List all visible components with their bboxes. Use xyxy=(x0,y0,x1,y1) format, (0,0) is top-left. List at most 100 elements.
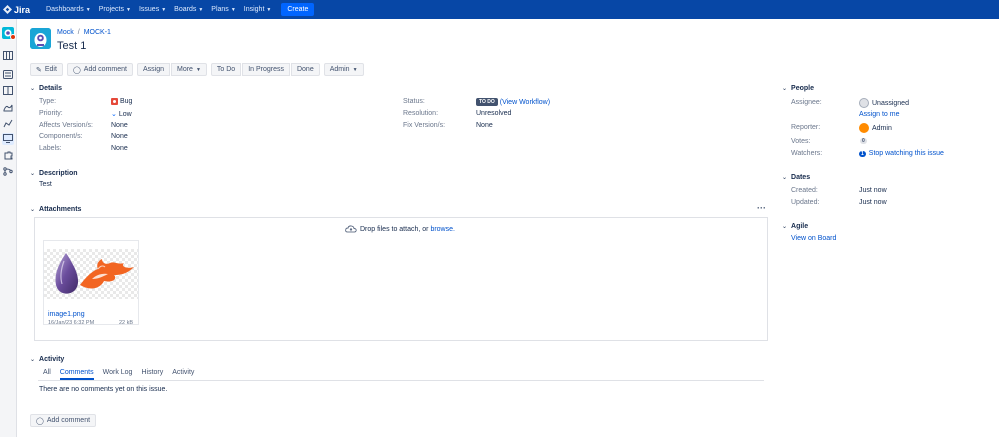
chevron-down-icon: ▼ xyxy=(195,66,201,73)
done-button[interactable]: Done xyxy=(290,63,320,76)
nav-boards[interactable]: Boards ▼ xyxy=(174,6,203,13)
chevron-down-icon: ▼ xyxy=(161,6,167,13)
type-value[interactable]: Bug xyxy=(111,98,132,105)
nav-projects[interactable]: Projects ▼ xyxy=(99,6,131,13)
attachments-panel[interactable] xyxy=(34,217,768,341)
code-icon[interactable] xyxy=(3,167,13,176)
jira-logo-text: Jira xyxy=(14,4,31,15)
dates-heading[interactable]: ⌄ Dates xyxy=(782,174,810,181)
view-workflow-link[interactable]: (View Workflow) xyxy=(500,99,550,106)
labels-value[interactable]: None xyxy=(111,145,128,152)
releases-icon[interactable] xyxy=(3,103,13,112)
attachment-thumbnail[interactable] xyxy=(44,249,138,299)
priority-value[interactable]: ⌄ Low xyxy=(111,110,132,119)
nav-plans[interactable]: Plans ▼ xyxy=(211,6,235,13)
issues-icon[interactable] xyxy=(2,133,14,145)
activity-heading-label: Activity xyxy=(39,356,65,363)
add-comment-label: Add comment xyxy=(83,66,127,73)
backlog-icon[interactable] xyxy=(3,70,13,79)
project-avatar[interactable] xyxy=(30,28,51,49)
sidebar-project-avatar[interactable] xyxy=(2,27,16,40)
chevron-down-icon: ⌄ xyxy=(782,86,788,92)
bottom-add-comment-button[interactable]: ◯ Add comment xyxy=(30,414,97,427)
watchers-label: Watchers: xyxy=(791,150,823,157)
reporter-label: Reporter: xyxy=(791,124,821,131)
no-comments-message: There are no comments yet on this issue. xyxy=(39,386,168,393)
updated-value: Just now xyxy=(859,199,887,206)
updated-label: Updated: xyxy=(791,199,820,206)
fix-version-value[interactable]: None xyxy=(476,122,493,129)
chevron-down-icon: ⌄ xyxy=(30,357,36,363)
chevron-down-icon: ⌄ xyxy=(30,171,36,177)
people-heading[interactable]: ⌄ People xyxy=(782,85,814,92)
tab-comments[interactable]: Comments xyxy=(59,369,94,380)
attachments-heading-label: Attachments xyxy=(39,206,82,213)
activity-heading[interactable]: ⌄ Activity xyxy=(30,356,64,363)
assignee-value[interactable]: Unassigned xyxy=(859,98,909,108)
description-text[interactable]: Test xyxy=(39,181,52,188)
assign-to-me-link[interactable]: Assign to me xyxy=(859,111,899,118)
admin-button[interactable]: Admin ▼ xyxy=(323,63,364,76)
admin-avatar-icon xyxy=(859,123,869,133)
description-heading[interactable]: ⌄ Description xyxy=(30,170,78,177)
components-icon[interactable] xyxy=(3,151,13,160)
nav-dashboards[interactable]: Dashboards ▼ xyxy=(46,6,91,13)
reporter-value-text: Admin xyxy=(872,124,892,132)
jira-logo[interactable]: Jira xyxy=(3,5,30,15)
admin-label: Admin xyxy=(329,66,350,73)
browse-link[interactable]: browse. xyxy=(430,226,455,233)
board-columns-icon[interactable] xyxy=(3,86,13,95)
nav-insight-label: Insight xyxy=(243,6,265,13)
details-heading-label: Details xyxy=(39,85,62,92)
add-comment-button[interactable]: ◯ Add comment xyxy=(66,63,133,76)
breadcrumb-separator: / xyxy=(77,29,80,36)
edit-button[interactable]: ✎ Edit xyxy=(30,63,63,76)
votes-value[interactable]: 0 xyxy=(860,138,867,144)
create-button[interactable]: Create xyxy=(281,3,315,16)
view-on-board-link[interactable]: View on Board xyxy=(791,235,836,242)
affects-version-value[interactable]: None xyxy=(111,122,128,129)
attachment-size: 22 kB xyxy=(119,320,134,326)
nav-plans-label: Plans xyxy=(211,6,229,13)
tab-all[interactable]: All xyxy=(43,369,51,380)
attachments-heading[interactable]: ⌄ Attachments xyxy=(30,206,81,213)
board-icon[interactable] xyxy=(3,51,13,60)
component-label: Component/s: xyxy=(39,133,83,140)
watchers-value[interactable]: 1 Stop watching this issue xyxy=(859,150,944,157)
bottom-add-comment-label: Add comment xyxy=(46,417,91,424)
attachment-file-name[interactable]: image1.png xyxy=(48,311,85,318)
agile-heading[interactable]: ⌄ Agile xyxy=(782,223,808,230)
more-button[interactable]: More ▼ xyxy=(170,63,207,76)
workflow-group: To Do In Progress Done xyxy=(210,63,320,76)
tab-activity[interactable]: Activity xyxy=(172,369,194,380)
edit-label: Edit xyxy=(44,66,57,73)
component-value[interactable]: None xyxy=(111,133,128,140)
tab-history[interactable]: History xyxy=(141,369,163,380)
stop-watching-link[interactable]: Stop watching this issue xyxy=(869,150,944,157)
attachments-more-icon[interactable]: ··· xyxy=(757,203,766,213)
nav-insight[interactable]: Insight ▼ xyxy=(244,6,272,13)
breadcrumb-issue-key[interactable]: MOCK-1 xyxy=(84,29,111,36)
tab-work-log[interactable]: Work Log xyxy=(103,369,133,380)
reports-icon[interactable] xyxy=(3,119,13,128)
issue-title[interactable]: Test 1 xyxy=(57,40,86,52)
activity-tabs: All Comments Work Log History Activity xyxy=(43,369,203,380)
jira-logo-icon xyxy=(3,5,12,14)
dates-heading-label: Dates xyxy=(791,174,811,181)
created-value: Just now xyxy=(859,187,887,194)
breadcrumb-project[interactable]: Mock xyxy=(57,29,74,36)
reporter-value[interactable]: Admin xyxy=(859,123,892,133)
nav-boards-label: Boards xyxy=(174,6,197,13)
votes-count: 0 xyxy=(860,138,867,144)
to-do-button[interactable]: To Do xyxy=(210,63,242,76)
nav-issues[interactable]: Issues ▼ xyxy=(139,6,166,13)
top-navigation: Jira Dashboards ▼ Projects ▼ Issues ▼ Board… xyxy=(0,0,999,19)
assign-button[interactable]: Assign xyxy=(136,63,170,76)
nav-dashboards-label: Dashboards xyxy=(46,6,84,13)
details-heading[interactable]: ⌄ Details xyxy=(30,85,62,92)
type-label: Type: xyxy=(39,98,57,105)
drop-zone[interactable]: Drop files to attach, or browse. xyxy=(345,225,455,233)
in-progress-button[interactable]: In Progress xyxy=(242,63,290,76)
chevron-down-icon: ⌄ xyxy=(782,224,788,230)
chevron-down-icon: ▼ xyxy=(266,6,272,13)
